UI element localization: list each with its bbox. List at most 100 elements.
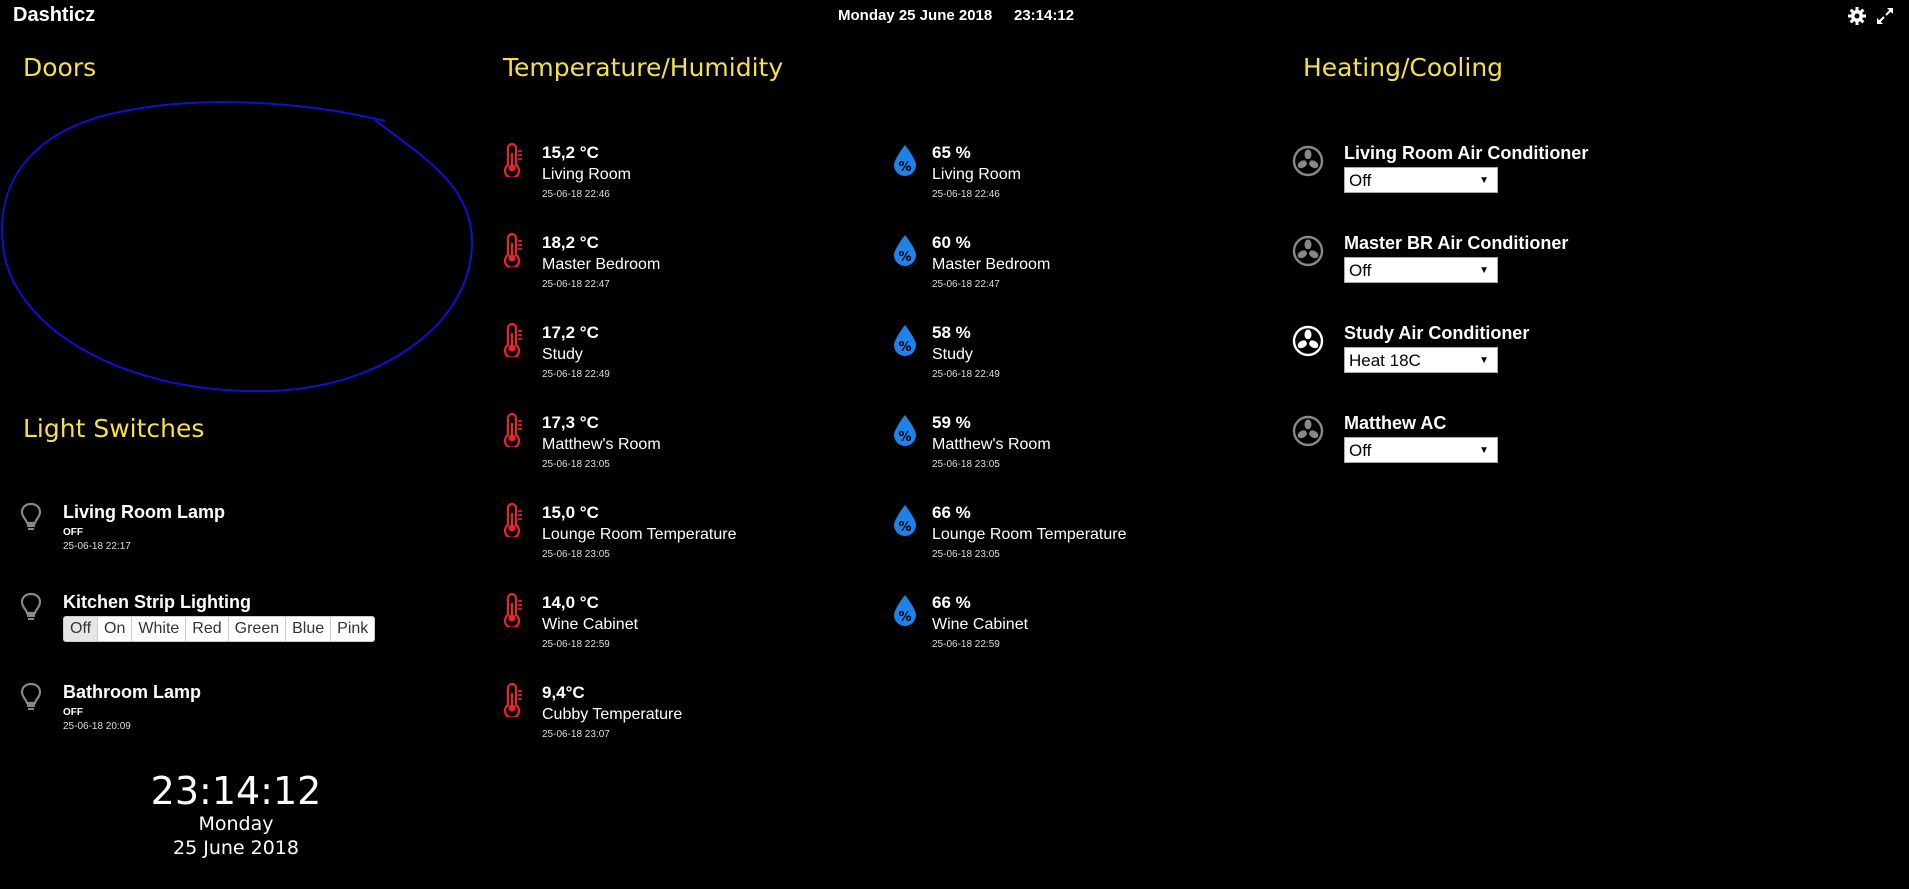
- sensor-timestamp: 25-06-18 23:07: [542, 729, 610, 740]
- sensor-timestamp: 25-06-18 23:05: [932, 459, 1000, 470]
- sensor-value: 17,2 °C: [542, 323, 599, 342]
- sensor-name: Master Bedroom: [542, 256, 661, 273]
- temperature-tile: 17,2 °C Study 25-06-18 22:49: [502, 322, 862, 385]
- sensor-name: Lounge Room Temperature: [542, 526, 737, 543]
- sensor-value: 15,0 °C: [542, 503, 599, 522]
- lights-title: Light Switches: [23, 414, 205, 443]
- white-button[interactable]: White: [132, 617, 187, 641]
- light-living-room-lamp[interactable]: Living Room Lamp OFF 25-06-18 22:17: [20, 502, 420, 562]
- bulb-icon: [20, 592, 50, 628]
- clock-day: Monday: [198, 813, 274, 835]
- header-time: 23:14:12: [1014, 7, 1075, 24]
- humidity-drop-icon: %: [892, 233, 922, 269]
- on-button[interactable]: On: [98, 617, 133, 641]
- sensor-name: Study: [542, 346, 583, 363]
- fan-icon: [1292, 235, 1324, 271]
- sensor-value: 18,2 °C: [542, 233, 599, 252]
- app-title: Dashticz: [13, 4, 96, 26]
- hvac-tile: Matthew AC Off ▼: [1292, 413, 1712, 475]
- svg-text:%: %: [898, 610, 911, 625]
- chevron-down-icon: ▼: [1479, 355, 1489, 366]
- hvac-name: Matthew AC: [1344, 413, 1447, 433]
- humidity-tile: % 66 % Wine Cabinet 25-06-18 22:59: [892, 593, 1252, 655]
- sensor-value: 14,0 °C: [542, 593, 599, 612]
- thermometer-icon: [502, 142, 532, 179]
- light-name: Kitchen Strip Lighting: [63, 592, 251, 612]
- sensor-timestamp: 25-06-18 23:05: [542, 549, 610, 560]
- chevron-down-icon: ▼: [1479, 175, 1489, 186]
- light-timestamp: 25-06-18 22:17: [63, 541, 131, 552]
- hvac-mode-value: Off: [1349, 441, 1372, 460]
- sensor-value: 66 %: [932, 503, 971, 522]
- light-bathroom-lamp[interactable]: Bathroom Lamp OFF 25-06-18 20:09: [20, 682, 420, 742]
- sensor-timestamp: 25-06-18 22:49: [932, 369, 1000, 380]
- bulb-icon: [20, 682, 50, 718]
- hvac-tile: Master BR Air Conditioner Off ▼: [1292, 233, 1712, 295]
- blue-button[interactable]: Blue: [286, 617, 332, 641]
- hvac-mode-select[interactable]: Off ▼: [1344, 167, 1498, 193]
- svg-text:%: %: [898, 430, 911, 445]
- header-date: Monday 25 June 2018: [838, 7, 993, 24]
- fan-icon: [1292, 325, 1324, 361]
- sensor-name: Wine Cabinet: [932, 616, 1029, 633]
- humidity-tile: % 59 % Matthew's Room 25-06-18 23:05: [892, 413, 1252, 475]
- humidity-drop-icon: %: [892, 143, 922, 179]
- doors-annotation-circle: [1, 101, 474, 393]
- temperature-tile: 14,0 °C Wine Cabinet 25-06-18 22:59: [502, 592, 862, 655]
- sensor-value: 59 %: [932, 413, 971, 432]
- sensor-name: Study: [932, 346, 973, 363]
- hvac-mode-select[interactable]: Off ▼: [1344, 437, 1498, 463]
- svg-text:%: %: [898, 520, 911, 535]
- hvac-mode-value: Off: [1349, 171, 1372, 190]
- sensor-value: 66 %: [932, 593, 971, 612]
- sensor-name: Matthew's Room: [932, 436, 1051, 453]
- sensor-name: Lounge Room Temperature: [932, 526, 1127, 543]
- red-button[interactable]: Red: [186, 617, 229, 641]
- sensor-value: 9,4°C: [542, 683, 585, 702]
- temperature-tile: 18,2 °C Master Bedroom 25-06-18 22:47: [502, 232, 862, 295]
- sensor-value: 15,2 °C: [542, 143, 599, 162]
- sensor-name: Wine Cabinet: [542, 616, 639, 633]
- light-state: OFF: [63, 707, 83, 718]
- doors-title: Doors: [23, 53, 97, 82]
- sensor-name: Living Room: [542, 166, 631, 183]
- hvac-tile: Study Air Conditioner Heat 18C ▼: [1292, 323, 1712, 385]
- sensor-timestamp: 25-06-18 22:46: [932, 189, 1000, 200]
- gear-icon[interactable]: [1847, 6, 1867, 26]
- humidity-drop-icon: %: [892, 593, 922, 629]
- hvac-mode-select[interactable]: Heat 18C ▼: [1344, 347, 1498, 373]
- fan-icon: [1292, 145, 1324, 181]
- temp-humidity-title: Temperature/Humidity: [503, 53, 784, 82]
- sensor-value: 58 %: [932, 323, 971, 342]
- sensor-value: 17,3 °C: [542, 413, 599, 432]
- temperature-tile: 15,0 °C Lounge Room Temperature 25-06-18 2…: [502, 502, 862, 565]
- light-kitchen-strip: Kitchen Strip Lighting Off On White Red …: [20, 592, 420, 652]
- thermometer-icon: [502, 502, 532, 539]
- hvac-name: Master BR Air Conditioner: [1344, 233, 1569, 253]
- hvac-tile: Living Room Air Conditioner Off ▼: [1292, 143, 1712, 205]
- green-button[interactable]: Green: [228, 617, 287, 641]
- temperature-tile: 17,3 °C Matthew's Room 25-06-18 23:05: [502, 412, 862, 475]
- hvac-name: Study Air Conditioner: [1344, 323, 1530, 343]
- color-button-group: Off On White Red Green Blue Pink: [63, 616, 376, 642]
- light-name: Bathroom Lamp: [63, 682, 202, 702]
- off-button[interactable]: Off: [64, 617, 99, 641]
- clock-date: 25 June 2018: [173, 837, 299, 859]
- hvac-mode-select[interactable]: Off ▼: [1344, 257, 1498, 283]
- temperature-tile: 9,4°C Cubby Temperature 25-06-18 23:07: [502, 682, 862, 745]
- sensor-timestamp: 25-06-18 22:47: [542, 279, 610, 290]
- sensor-timestamp: 25-06-18 22:46: [542, 189, 610, 200]
- fullscreen-icon[interactable]: [1875, 6, 1895, 26]
- sensor-timestamp: 25-06-18 22:59: [932, 639, 1000, 650]
- sensor-name: Living Room: [932, 166, 1021, 183]
- humidity-drop-icon: %: [892, 413, 922, 449]
- pink-button[interactable]: Pink: [331, 617, 375, 641]
- humidity-tile: % 58 % Study 25-06-18 22:49: [892, 323, 1252, 385]
- sensor-name: Matthew's Room: [542, 436, 661, 453]
- humidity-tile: % 66 % Lounge Room Temperature 25-06-18 23:…: [892, 503, 1252, 565]
- hvac-mode-value: Heat 18C: [1349, 351, 1421, 370]
- clock-widget: 23:14:12 Monday 25 June 2018: [140, 770, 332, 860]
- thermometer-icon: [502, 322, 532, 359]
- sensor-timestamp: 25-06-18 22:59: [542, 639, 610, 650]
- temperature-tile: 15,2 °C Living Room 25-06-18 22:46: [502, 142, 862, 205]
